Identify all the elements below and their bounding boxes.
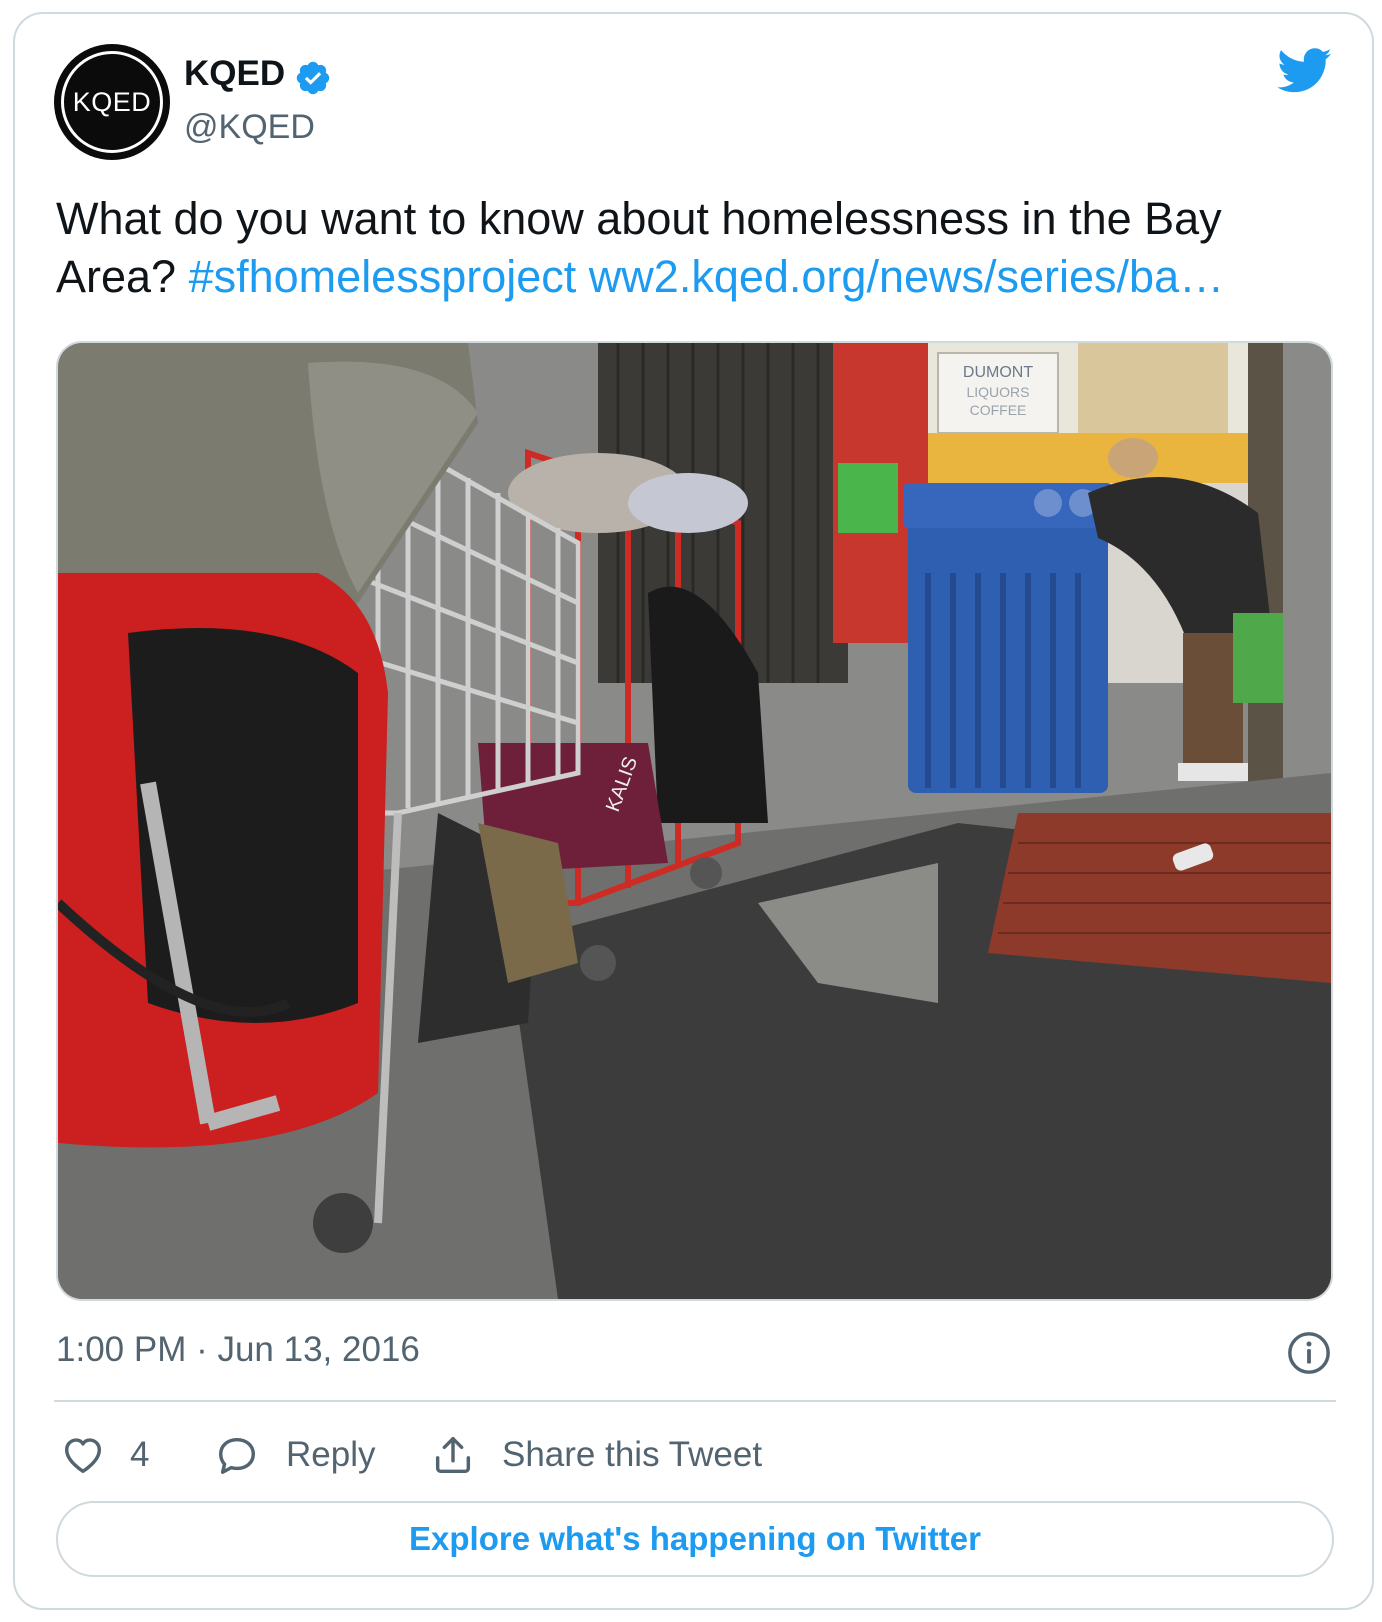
tweet-photo[interactable]: DUMONT LIQUORS COFFEE KALIS xyxy=(56,341,1333,1301)
hashtag-link[interactable]: #sfhomelessproject xyxy=(189,251,577,302)
sign-dumont: DUMONT xyxy=(963,364,1033,381)
explore-twitter-button[interactable]: Explore what's happening on Twitter xyxy=(56,1501,1334,1577)
reply-button[interactable]: Reply xyxy=(214,1427,375,1483)
share-icon xyxy=(435,1436,471,1474)
author-name[interactable]: KQED xyxy=(184,54,285,94)
author-handle[interactable]: @KQED xyxy=(184,108,315,147)
sign-liquors: LIQUORS xyxy=(966,384,1029,400)
avatar-logo-text: KQED xyxy=(72,86,152,117)
twitter-bird-icon[interactable] xyxy=(1277,48,1333,94)
info-icon[interactable] xyxy=(1286,1330,1332,1376)
tweet-text: What do you want to know about homelessn… xyxy=(56,190,1326,306)
share-button[interactable]: Share this Tweet xyxy=(430,1427,762,1483)
url-link[interactable]: ww2.kqed.org/news/series/ba… xyxy=(589,251,1224,302)
heart-icon xyxy=(64,1438,102,1474)
avatar[interactable]: KQED xyxy=(54,44,170,160)
divider xyxy=(54,1400,1336,1402)
reply-label: Reply xyxy=(286,1435,376,1474)
verified-badge-icon xyxy=(296,61,330,95)
sign-coffee: COFFEE xyxy=(970,402,1027,418)
share-label: Share this Tweet xyxy=(502,1435,763,1474)
reply-bubble-icon xyxy=(218,1437,256,1474)
tweet-timestamp[interactable]: 1:00 PM · Jun 13, 2016 xyxy=(56,1330,420,1370)
street-photo-illustration: DUMONT LIQUORS COFFEE KALIS xyxy=(58,343,1331,1299)
like-count: 4 xyxy=(130,1435,150,1474)
like-button[interactable]: 4 xyxy=(60,1427,149,1483)
